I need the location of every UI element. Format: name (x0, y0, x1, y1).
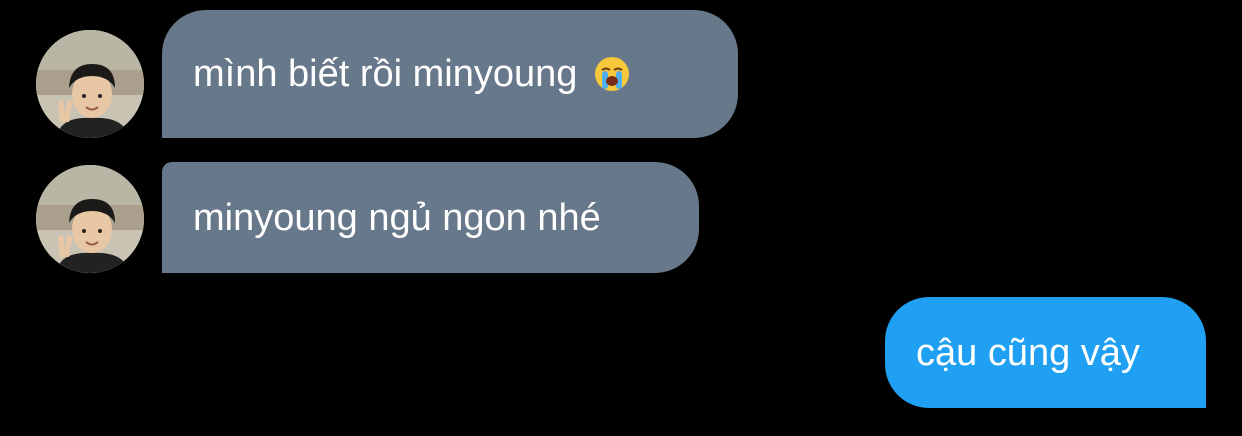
message-text: cậu cũng vậy (916, 331, 1140, 374)
message-text: mình biết rồi minyoung (193, 53, 578, 95)
message-text: minyoung ngủ ngon nhé (193, 196, 601, 239)
avatar-photo (36, 165, 144, 273)
avatar-photo (36, 30, 144, 138)
message-bubble-incoming[interactable]: minyoung ngủ ngon nhé (162, 162, 699, 273)
message-bubble-incoming[interactable]: mình biết rồi minyoung (162, 10, 738, 138)
loudly-crying-face-icon (593, 55, 631, 93)
avatar[interactable] (36, 30, 144, 138)
message-bubble-outgoing[interactable]: cậu cũng vậy (885, 297, 1206, 408)
avatar[interactable] (36, 165, 144, 273)
